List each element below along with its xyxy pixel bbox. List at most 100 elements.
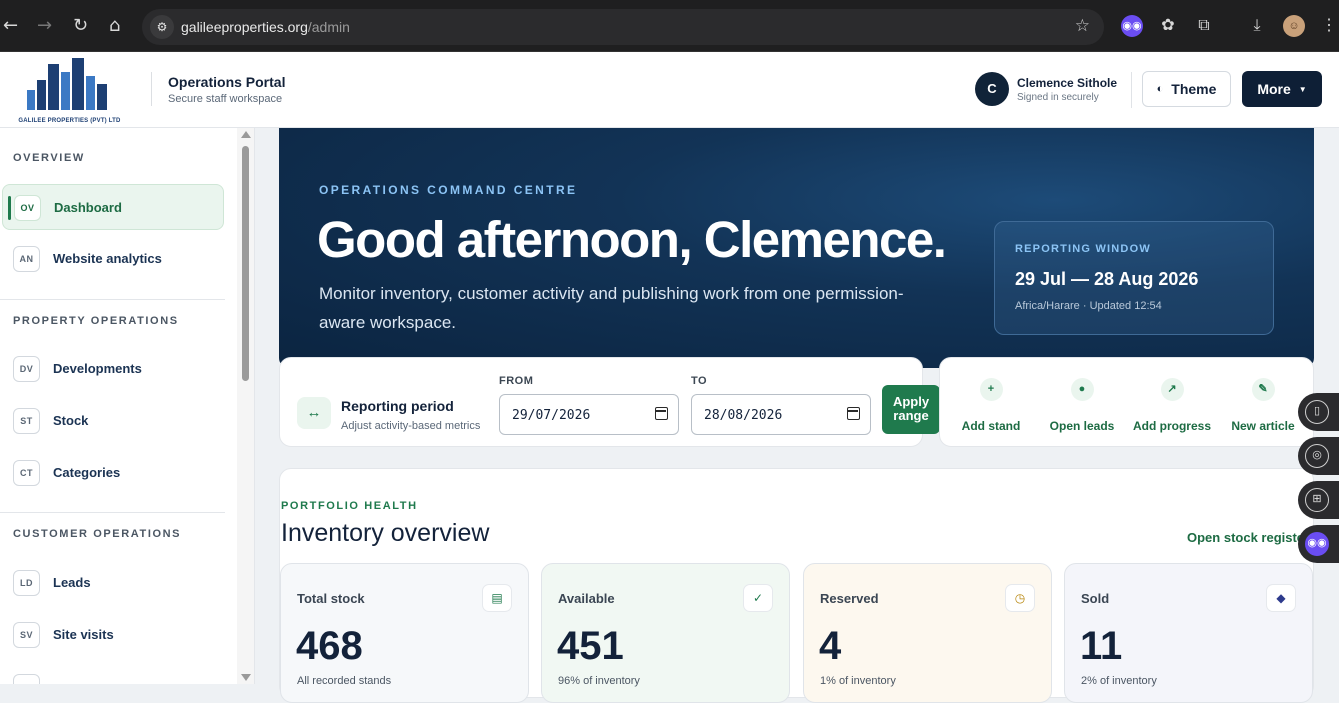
list-icon: ▤ (482, 584, 512, 612)
profile-avatar-icon[interactable]: ☺ (1283, 15, 1305, 37)
sidebar-item-label: Website analytics (53, 251, 162, 266)
reporting-window-meta: Africa/Harare · Updated 12:54 (1015, 300, 1162, 312)
portal-subtitle: Secure staff workspace (168, 93, 283, 105)
sidebar-item-leads[interactable]: LD Leads (2, 560, 224, 606)
apply-range-button[interactable]: Apply range (882, 385, 940, 434)
open-stock-register-link[interactable]: Open stock register (1187, 530, 1309, 545)
reporting-period-panel: ↔ Reporting period Adjust activity-based… (279, 357, 923, 447)
ghost-icon: ◉◉ (1305, 532, 1329, 556)
address-bar[interactable]: ⚙ galileeproperties.org/admin ☆ (142, 9, 1104, 45)
stat-card-available[interactable]: Available ✓ 451 96% of inventory (541, 563, 790, 703)
user-divider (1131, 72, 1132, 108)
eye-icon: ● (1070, 378, 1094, 401)
company-logo[interactable]: GALILEE PROPERTIES (PVT) LTD (7, 58, 132, 124)
from-date-value: 29/07/2026 (512, 408, 591, 423)
sidebar-item-partial[interactable] (2, 664, 224, 684)
add-progress-action[interactable]: ↗ Add progress (1132, 378, 1212, 433)
card-value: 468 (296, 624, 363, 668)
sidebar-item-developments[interactable]: DV Developments (2, 346, 224, 392)
forward-icon[interactable]: → (37, 17, 52, 35)
card-value: 451 (557, 624, 624, 668)
sidebar-item-categories[interactable]: CT Categories (2, 450, 224, 496)
theme-button[interactable]: ◐ Theme (1142, 71, 1231, 107)
sidebar-item-website-analytics[interactable]: AN Website analytics (2, 236, 224, 282)
card-subtext: 96% of inventory (558, 675, 640, 687)
range-arrows-icon: ↔ (297, 397, 331, 429)
card-subtext: 1% of inventory (820, 675, 896, 687)
sidebar-item-label: Categories (53, 465, 121, 480)
side-panel-broadcast-button[interactable]: ◎ (1298, 437, 1339, 475)
theme-contrast-icon: ◐ (1156, 83, 1164, 95)
extension-ghost-icon[interactable]: ◉◉ (1121, 15, 1143, 37)
hero-eyebrow: OPERATIONS COMMAND CENTRE (319, 183, 578, 197)
diamond-icon: ◆ (1266, 584, 1296, 612)
more-button[interactable]: More ▼ (1242, 71, 1322, 107)
sidebar-item-label: Stock (53, 413, 89, 428)
extensions-puzzle-icon[interactable]: ⧉ (1193, 15, 1215, 37)
download-icon[interactable]: ⤓ (1246, 15, 1268, 37)
from-label: FROM (499, 375, 534, 387)
card-title: Total stock (297, 591, 365, 606)
card-subtext: 2% of inventory (1081, 675, 1157, 687)
sidebar-divider (0, 512, 225, 513)
sidebar-item-label: Dashboard (54, 200, 122, 215)
card-title: Sold (1081, 591, 1110, 606)
to-label: TO (691, 375, 708, 387)
reporting-window-card: REPORTING WINDOW 29 Jul — 28 Aug 2026 Af… (994, 221, 1274, 335)
hero-greeting: Good afternoon, Clemence. (317, 211, 947, 268)
sidebar-item-label: Developments (53, 361, 142, 376)
plus-icon: + (979, 378, 1003, 401)
home-icon[interactable]: ⌂ (109, 17, 120, 35)
hero-banner: OPERATIONS COMMAND CENTRE Good afternoon… (279, 128, 1314, 368)
scrollbar-thumb[interactable] (242, 146, 249, 381)
sidebar-item-stock[interactable]: ST Stock (2, 398, 224, 444)
add-stand-action[interactable]: + Add stand (951, 378, 1031, 433)
browser-chrome: ← → ↻ ⌂ ⚙ galileeproperties.org/admin ☆ … (0, 0, 1339, 52)
sidebar-item-dashboard[interactable]: OV Dashboard (2, 184, 224, 230)
side-panel-ghost-button[interactable]: ◉◉ (1298, 525, 1339, 563)
quick-actions-panel: + Add stand ● Open leads ↗ Add progress … (939, 357, 1314, 447)
sidebar-badge: LD (13, 570, 40, 596)
sidebar: OVERVIEW OV Dashboard AN Website analyti… (0, 128, 255, 684)
sidebar-badge (13, 674, 40, 684)
stat-card-sold[interactable]: Sold ◆ 11 2% of inventory (1064, 563, 1313, 703)
reporting-window-title: REPORTING WINDOW (1015, 243, 1151, 255)
site-settings-icon[interactable]: ⚙ (150, 15, 174, 39)
section-title-overview: OVERVIEW (13, 152, 85, 164)
open-leads-action[interactable]: ● Open leads (1042, 378, 1122, 433)
calendar-icon[interactable] (655, 407, 668, 420)
hero-description: Monitor inventory, customer activity and… (319, 284, 904, 332)
card-title: Available (558, 591, 615, 606)
book-icon: ▯ (1305, 400, 1329, 424)
sidebar-scrollbar[interactable] (237, 128, 254, 684)
extension-openai-icon[interactable]: ✿ (1157, 15, 1179, 37)
url-text[interactable]: galileeproperties.org/admin (181, 19, 350, 35)
bookmark-star-icon[interactable]: ☆ (1075, 16, 1090, 36)
header-divider (151, 72, 152, 106)
sidebar-badge: AN (13, 246, 40, 272)
side-panel-apps-button[interactable]: ⊞ (1298, 481, 1339, 519)
sidebar-item-site-visits[interactable]: SV Site visits (2, 612, 224, 658)
user-name: Clemence Sithole (1017, 76, 1118, 90)
sidebar-badge: ST (13, 408, 40, 434)
to-date-input[interactable]: 28/08/2026 (691, 394, 871, 435)
action-label: New article (1231, 419, 1295, 433)
stat-card-total-stock[interactable]: Total stock ▤ 468 All recorded stands (280, 563, 529, 703)
calendar-icon[interactable] (847, 407, 860, 420)
action-label: Add stand (961, 419, 1021, 433)
from-date-input[interactable]: 29/07/2026 (499, 394, 679, 435)
browser-menu-icon[interactable]: ⋮ (1318, 15, 1339, 37)
stat-card-reserved[interactable]: Reserved ◷ 4 1% of inventory (803, 563, 1052, 703)
sidebar-badge: OV (14, 195, 41, 221)
reload-icon[interactable]: ↻ (73, 17, 88, 35)
active-indicator (8, 196, 11, 220)
back-icon[interactable]: ← (3, 17, 18, 35)
sidebar-divider (0, 299, 225, 300)
scroll-down-arrow-icon[interactable] (241, 674, 251, 681)
card-value: 4 (819, 624, 842, 668)
new-article-action[interactable]: ✎ New article (1223, 378, 1303, 433)
period-subtitle: Adjust activity-based metrics (341, 420, 481, 432)
side-panel-reader-button[interactable]: ▯ (1298, 393, 1339, 431)
scroll-up-arrow-icon[interactable] (241, 131, 251, 138)
user-avatar[interactable]: C (975, 72, 1009, 106)
